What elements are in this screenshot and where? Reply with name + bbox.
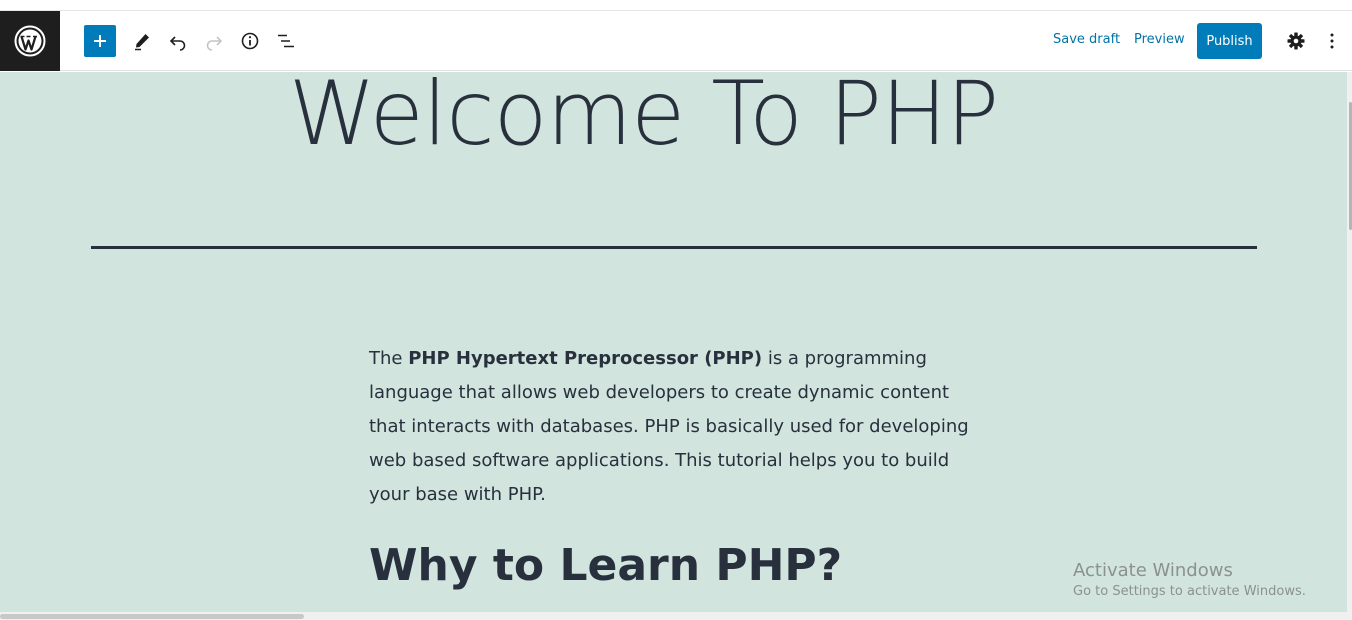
editor-toolbar: Save draft Preview Publish [0, 11, 1352, 71]
redo-button[interactable] [198, 25, 230, 57]
more-vertical-icon [1330, 33, 1334, 49]
top-strip [0, 0, 1352, 11]
intro-paragraph[interactable]: The PHP Hypertext Preprocessor (PHP) is … [369, 342, 979, 512]
activate-windows-watermark: Activate Windows Go to Settings to activ… [1073, 560, 1306, 599]
undo-button[interactable] [162, 25, 194, 57]
intro-suffix: is a programming language that allows we… [369, 348, 969, 505]
horizontal-scrollbar-thumb[interactable] [0, 614, 304, 619]
editor-canvas[interactable]: Welcome To PHP The PHP Hypertext Preproc… [0, 72, 1347, 612]
preview-button[interactable]: Preview [1134, 32, 1185, 47]
watermark-subtitle: Go to Settings to activate Windows. [1073, 584, 1306, 599]
wordpress-logo-icon[interactable] [0, 11, 60, 71]
save-draft-button[interactable]: Save draft [1053, 32, 1120, 47]
pencil-icon [135, 34, 149, 51]
details-button[interactable] [234, 25, 266, 57]
separator-block[interactable] [91, 246, 1257, 249]
section-heading[interactable]: Why to Learn PHP? [369, 540, 842, 591]
more-options-button[interactable] [1318, 25, 1346, 57]
plus-icon [94, 35, 106, 47]
intro-prefix: The [369, 348, 409, 369]
list-view-button[interactable] [270, 25, 302, 57]
add-block-button[interactable] [84, 25, 116, 57]
watermark-title: Activate Windows [1073, 560, 1233, 581]
info-icon [241, 32, 259, 50]
undo-icon [169, 36, 186, 51]
post-title[interactable]: Welcome To PHP [0, 72, 1287, 165]
gear-icon [1287, 32, 1305, 50]
settings-button[interactable] [1280, 25, 1312, 57]
intro-bold-text: PHP Hypertext Preprocessor (PHP) [408, 348, 763, 369]
publish-button[interactable]: Publish [1197, 23, 1262, 59]
tools-button[interactable] [126, 25, 158, 57]
list-view-icon [278, 34, 294, 48]
redo-icon [206, 36, 223, 51]
